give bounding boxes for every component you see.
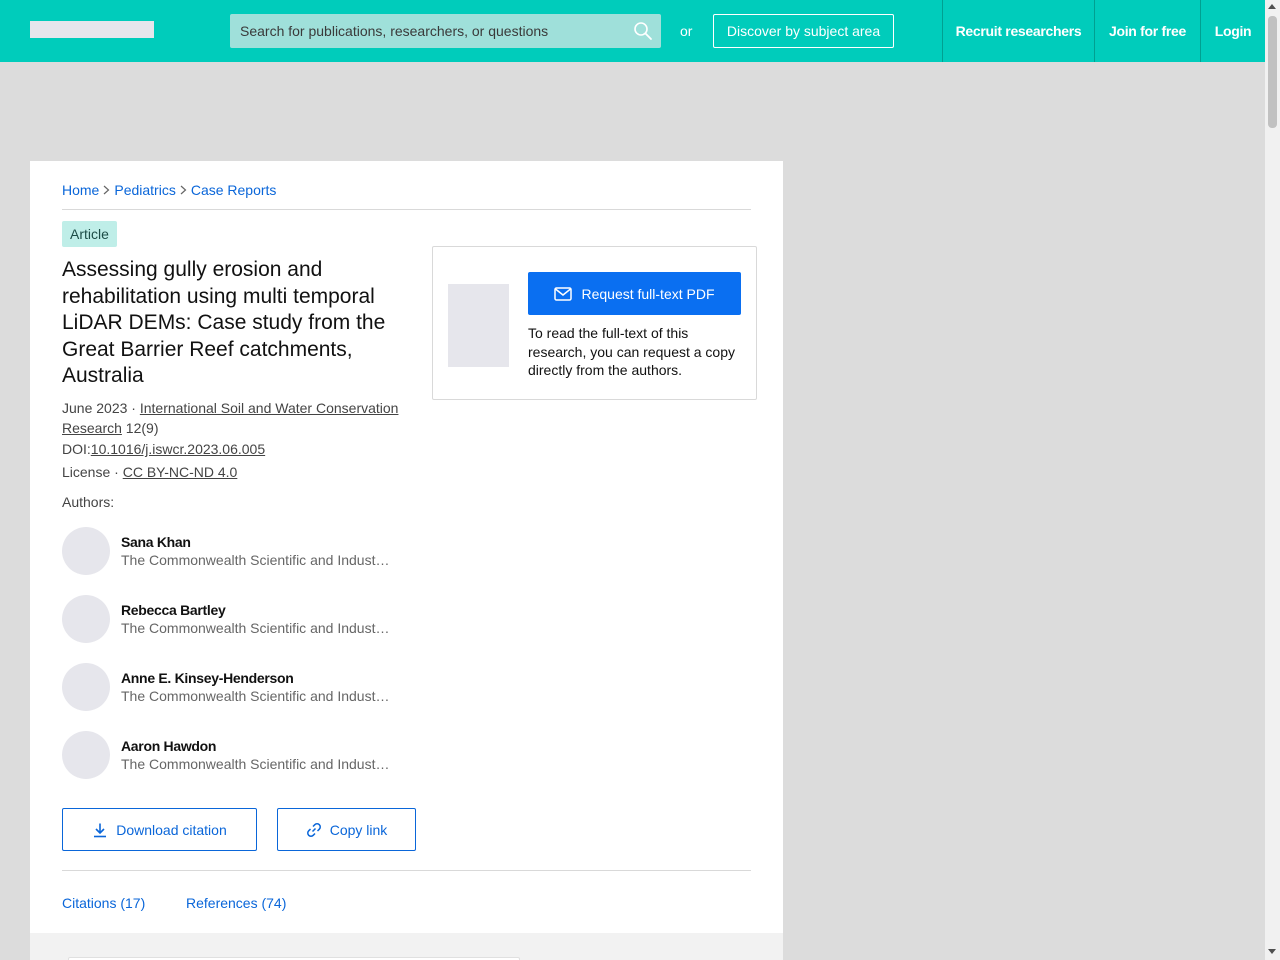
- author-item[interactable]: Aaron Hawdon The Commonwealth Scientific…: [62, 731, 402, 779]
- avatar[interactable]: [62, 663, 110, 711]
- search-icon[interactable]: [633, 21, 653, 41]
- doi-label: DOI:: [62, 441, 91, 457]
- license-label: License ·: [62, 464, 123, 480]
- request-fulltext-description: To read the full-text of this research, …: [528, 325, 736, 378]
- request-fulltext-label: Request full-text PDF: [581, 285, 715, 302]
- doi-line: DOI:10.1016/j.iswcr.2023.06.005: [62, 441, 265, 457]
- top-navigation-bar: or Discover by subject area Recruit rese…: [0, 0, 1265, 62]
- search-box[interactable]: [230, 14, 661, 48]
- breadcrumb-home[interactable]: Home: [62, 182, 99, 198]
- copy-link-button[interactable]: Copy link: [277, 808, 416, 851]
- site-logo[interactable]: [30, 21, 154, 38]
- scrollbar-thumb[interactable]: [1268, 16, 1277, 128]
- article-type-badge: Article: [62, 221, 117, 247]
- author-affiliation: The Commonwealth Scientific and Industri…: [121, 756, 393, 772]
- chevron-right-icon: [180, 185, 187, 195]
- publication-card: Home Pediatrics Case Reports Article Ass…: [30, 161, 783, 960]
- author-item[interactable]: Rebecca Bartley The Commonwealth Scienti…: [62, 595, 402, 643]
- chevron-right-icon: [103, 185, 110, 195]
- breadcrumb-pediatrics[interactable]: Pediatrics: [114, 182, 175, 198]
- search-input[interactable]: [230, 14, 630, 48]
- author-name[interactable]: Aaron Hawdon: [121, 738, 216, 754]
- download-citation-button[interactable]: Download citation: [62, 808, 257, 851]
- publication-meta: June 2023 · International Soil and Water…: [62, 398, 414, 438]
- author-item[interactable]: Sana Khan The Commonwealth Scientific an…: [62, 527, 402, 575]
- author-name[interactable]: Sana Khan: [121, 534, 191, 550]
- tab-references[interactable]: References (74): [186, 895, 286, 911]
- breadcrumb: Home Pediatrics Case Reports: [62, 182, 276, 198]
- join-for-free-link[interactable]: Join for free: [1094, 0, 1200, 62]
- download-citation-label: Download citation: [116, 821, 227, 838]
- copy-link-label: Copy link: [329, 821, 388, 838]
- breadcrumb-case-reports[interactable]: Case Reports: [191, 182, 277, 198]
- mail-icon: [554, 286, 573, 301]
- publication-title: Assessing gully erosion and rehabilitati…: [62, 258, 386, 387]
- or-text: or: [680, 23, 693, 39]
- discover-by-subject-button[interactable]: Discover by subject area: [713, 14, 894, 48]
- avatar[interactable]: [62, 527, 110, 575]
- request-fulltext-button[interactable]: Request full-text PDF: [528, 272, 741, 315]
- link-icon: [306, 822, 321, 837]
- avatar[interactable]: [62, 595, 110, 643]
- tab-citations[interactable]: Citations (17): [62, 895, 145, 911]
- divider: [62, 870, 751, 871]
- author-affiliation: The Commonwealth Scientific and Industri…: [121, 620, 393, 636]
- license-line: License · CC BY-NC-ND 4.0: [62, 464, 237, 480]
- recruit-researchers-link[interactable]: Recruit researchers: [942, 0, 1094, 62]
- card-footer: [30, 933, 783, 960]
- download-icon: [94, 823, 107, 837]
- scroll-up-icon[interactable]: [1268, 4, 1276, 9]
- request-fulltext-box: Request full-text PDF To read the full-t…: [432, 246, 757, 400]
- pdf-thumbnail: [448, 284, 509, 367]
- authors-label: Authors:: [62, 494, 115, 510]
- author-item[interactable]: Anne E. Kinsey-Henderson The Commonwealt…: [62, 663, 402, 711]
- page-scrollbar[interactable]: [1265, 0, 1280, 960]
- volume-issue: 12(9): [121, 420, 159, 436]
- divider: [62, 209, 751, 210]
- author-affiliation: The Commonwealth Scientific and Industri…: [121, 552, 393, 568]
- author-affiliation: The Commonwealth Scientific and Industri…: [121, 688, 393, 704]
- scroll-down-icon[interactable]: [1268, 949, 1276, 954]
- publication-date: June 2023 ·: [62, 400, 140, 416]
- license-link[interactable]: CC BY-NC-ND 4.0: [123, 464, 238, 480]
- avatar[interactable]: [62, 731, 110, 779]
- login-link[interactable]: Login: [1200, 0, 1265, 62]
- doi-link[interactable]: 10.1016/j.iswcr.2023.06.005: [91, 441, 265, 457]
- author-name[interactable]: Rebecca Bartley: [121, 602, 226, 618]
- author-name[interactable]: Anne E. Kinsey-Henderson: [121, 670, 294, 686]
